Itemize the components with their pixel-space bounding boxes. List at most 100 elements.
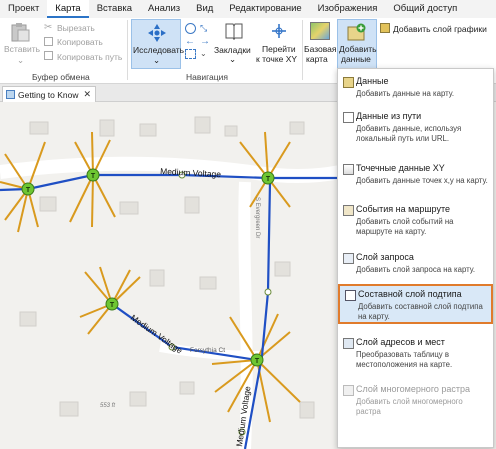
map-tab-title: Getting to Know: [18, 89, 79, 100]
menu-item-desc: Преобразовать таблицу в местоположения н…: [356, 350, 453, 369]
copy-button[interactable]: Копировать: [57, 37, 103, 47]
menu-item-title: Данные из пути: [356, 111, 422, 121]
add-data-icon: [343, 77, 354, 88]
explore-label: Исследовать: [133, 45, 185, 55]
transformer-labels: T T T T T: [26, 173, 271, 365]
menu-item-title: События на маршруте: [356, 204, 450, 214]
xy-point-data-icon: [343, 164, 354, 175]
paste-icon: [9, 22, 31, 44]
menu-item-desc: Добавить данные на карту.: [356, 89, 455, 98]
graphics-layer-icon: [380, 23, 390, 33]
transformer-label: T: [266, 176, 271, 183]
explore-icon: [147, 23, 167, 45]
explore-dropdown-icon: ⌄: [153, 55, 161, 65]
menu-item-title: Слой многомерного растра: [356, 384, 471, 394]
add-data-button[interactable]: Добавить данные: [337, 19, 377, 69]
next-extent-icon[interactable]: →: [200, 36, 211, 47]
transformer-label: T: [255, 358, 260, 365]
menu-item-title: Слой запроса: [356, 252, 414, 262]
add-data-dropdown: Данные Добавить данные на карту. Данные …: [337, 68, 494, 448]
cut-icon: ✂: [44, 22, 53, 33]
transformer-label: T: [26, 187, 31, 194]
tab-project[interactable]: Проект: [0, 0, 47, 18]
menu-item-desc: Добавить слой многомерного растра: [356, 397, 463, 416]
clipboard-group-label: Буфер обмена: [32, 72, 90, 82]
map-document-tab[interactable]: Getting to Know ✕: [2, 86, 96, 102]
data-from-path-icon: [343, 112, 354, 123]
tab-share[interactable]: Общий доступ: [385, 0, 465, 18]
tab-view[interactable]: Вид: [188, 0, 221, 18]
zoom-to-selection-icon[interactable]: [185, 49, 196, 59]
menu-item-title: Данные: [356, 76, 389, 86]
basemap-button[interactable]: Базовая карта: [304, 20, 337, 68]
street-label: Forsythia Ct: [190, 347, 225, 354]
copy-icon: [44, 37, 53, 46]
tab-edit[interactable]: Редактирование: [221, 0, 309, 18]
menu-item-query-layer[interactable]: Слой запроса Добавить слой запроса на ка…: [338, 252, 493, 282]
menu-item-address-place-layer[interactable]: Слой адресов и мест Преобразовать таблиц…: [338, 337, 493, 377]
bookmarks-button[interactable]: Закладки ⌄: [214, 20, 254, 68]
goto-xy-label-line1: Перейти: [262, 44, 296, 54]
primary-lines: [0, 173, 340, 449]
menu-item-title: Слой адресов и мест: [356, 337, 445, 347]
line-label: Medium Voltage: [129, 312, 185, 355]
menu-item-desc: Добавить слой запроса на карту.: [356, 265, 476, 274]
menu-item-desc: Добавить данные, используя локальный пут…: [356, 124, 462, 143]
basemap-label-line1: Базовая: [304, 44, 337, 54]
zoom-tools-grid: ⤡ ← → ⌄: [185, 23, 213, 59]
zoom-options-icon[interactable]: ⌄: [200, 49, 211, 59]
menu-item-title: Составной слой подтипа: [358, 289, 462, 299]
copy-path-icon: [44, 51, 53, 60]
menu-bar: Проект Карта Вставка Анализ Вид Редактир…: [0, 0, 496, 18]
menu-item-data-from-path[interactable]: Данные из пути Добавить данные, использу…: [338, 111, 493, 151]
menu-item-xy-point-data[interactable]: Точечные данные XY Добавить данные точек…: [338, 163, 493, 197]
menu-item-data[interactable]: Данные Добавить данные на карту.: [338, 76, 493, 110]
paste-dropdown-icon[interactable]: ⌄: [17, 55, 24, 65]
cut-button[interactable]: Вырезать: [57, 23, 95, 33]
query-layer-icon: [343, 253, 354, 264]
elevation-label: 553 ft: [100, 403, 115, 409]
menu-item-desc: Добавить данные точек x,y на карту.: [356, 176, 488, 185]
basemap-icon: [310, 22, 330, 40]
tab-insert[interactable]: Вставка: [89, 0, 140, 18]
explore-button[interactable]: Исследовать ⌄: [131, 19, 185, 69]
menu-item-subtype-group-layer[interactable]: Составной слой подтипа Добавить составно…: [338, 284, 493, 324]
subtype-group-layer-icon: [345, 290, 356, 301]
basemap-label-line2: карта: [306, 54, 328, 64]
add-data-label-line2: данные: [341, 54, 371, 64]
goto-xy-label-line2: к точке XY: [256, 54, 298, 64]
map-tab-icon: [6, 90, 15, 99]
tab-imagery[interactable]: Изображения: [310, 0, 386, 18]
navigation-group-label: Навигация: [186, 72, 228, 82]
paste-button[interactable]: Вставить: [4, 44, 40, 54]
add-graphics-layer-label: Добавить слой графики: [393, 24, 487, 34]
route-events-icon: [343, 205, 354, 216]
copy-path-button[interactable]: Копировать путь: [57, 52, 122, 62]
add-data-icon: [347, 23, 367, 43]
transformer-label: T: [110, 302, 115, 309]
bookmarks-dropdown-icon: ⌄: [229, 54, 237, 64]
street-label: S Evergreen Dr: [254, 197, 260, 238]
menu-item-desc: Добавить слой событий на маршруте на кар…: [356, 217, 454, 236]
fixed-zoom-in-icon[interactable]: ⤡: [200, 23, 211, 34]
add-graphics-layer-button[interactable]: Добавить слой графики: [380, 22, 494, 36]
address-place-layer-icon: [343, 338, 354, 349]
ribbon-separator: [127, 20, 128, 80]
menu-item-multidimensional-raster[interactable]: Слой многомерного растра Добавить слой м…: [338, 384, 493, 418]
transformer-label: T: [91, 173, 96, 180]
transformer-nodes[interactable]: [21, 168, 275, 367]
bookmarks-icon: [224, 22, 244, 42]
goto-xy-button[interactable]: Перейти к точке XY: [256, 20, 302, 68]
multidimensional-raster-icon: [343, 385, 354, 396]
previous-extent-icon[interactable]: ←: [185, 36, 196, 47]
close-icon[interactable]: ✕: [83, 89, 91, 100]
tab-map[interactable]: Карта: [47, 0, 89, 18]
add-data-label-line1: Добавить: [339, 44, 377, 54]
ribbon-separator: [302, 20, 303, 80]
menu-item-route-events[interactable]: События на маршруте Добавить слой событи…: [338, 204, 493, 244]
menu-item-desc: Добавить составной слой подтипа на карту…: [358, 302, 483, 321]
zoom-full-extent-icon[interactable]: [185, 23, 196, 34]
goto-xy-icon: [270, 22, 288, 42]
menu-item-title: Точечные данные XY: [356, 163, 445, 173]
tab-analysis[interactable]: Анализ: [140, 0, 188, 18]
